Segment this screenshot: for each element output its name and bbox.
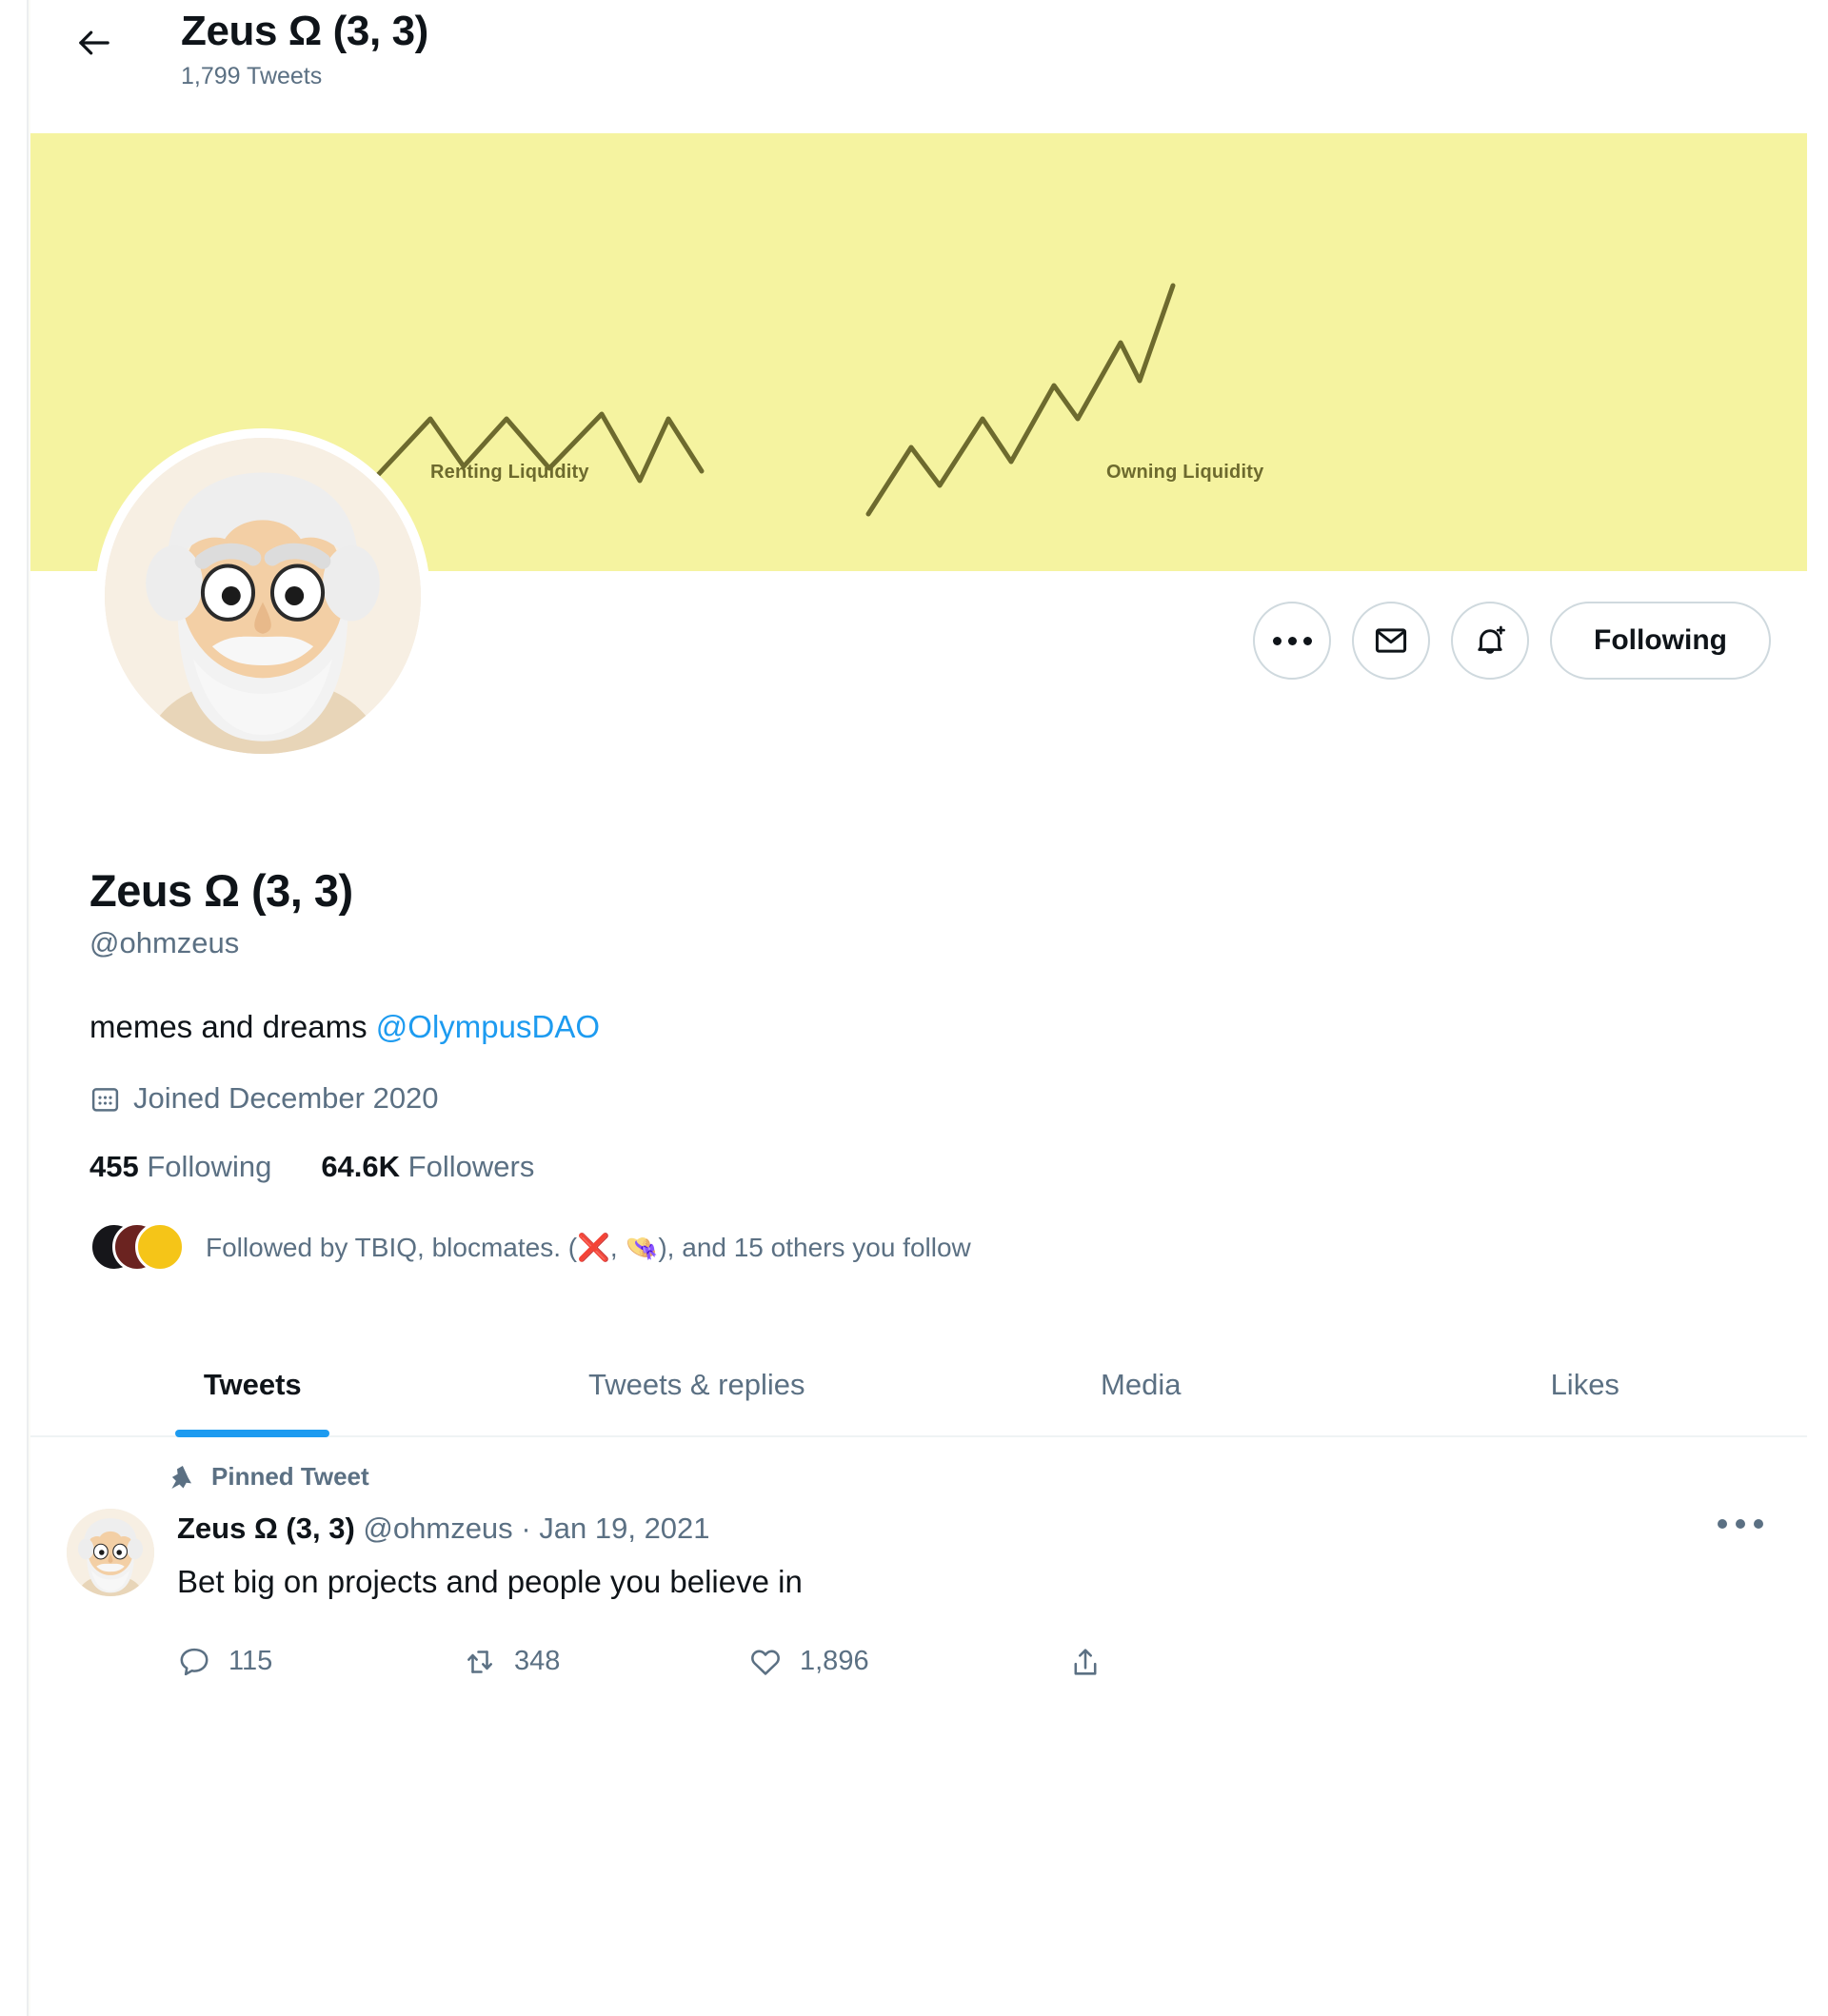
- page-gutter-left: [0, 0, 29, 2016]
- share-icon: [1074, 1648, 1097, 1675]
- bell-plus-icon: [1478, 625, 1505, 654]
- tweet-more-button[interactable]: [1718, 1519, 1763, 1530]
- pinned-tweet[interactable]: Pinned Tweet Zeus Ω (3, 3) @ohmzeus · Ja…: [30, 1437, 1807, 1688]
- following-count-label: Following: [147, 1150, 272, 1184]
- message-button[interactable]: [1352, 602, 1430, 680]
- heart-icon: [751, 1650, 780, 1675]
- profile-bio-mention[interactable]: @OlympusDAO: [376, 1009, 600, 1044]
- twitter-profile-page: Zeus Ω (3, 3) 1,799 Tweets Renting Liqui…: [0, 0, 1828, 2016]
- top-bar-tweet-count: 1,799 Tweets: [181, 62, 323, 89]
- tab-tweets-label: Tweets: [203, 1368, 302, 1402]
- tweet-separator: ·: [521, 1512, 531, 1546]
- profile-joined-row: Joined December 2020: [89, 1081, 1807, 1116]
- zeus-cartoon-avatar-icon: [67, 1509, 154, 1597]
- retweet-icon: [467, 1650, 492, 1673]
- reply-count: 115: [228, 1646, 273, 1677]
- tweet-author-name[interactable]: Zeus Ω (3, 3): [177, 1512, 355, 1545]
- top-bar-name: Zeus Ω (3, 3): [181, 8, 428, 54]
- followed-by-row[interactable]: Followed by TBIQ, blocmates. (❌, 👒), and…: [89, 1222, 1807, 1273]
- like-count: 1,896: [800, 1646, 869, 1677]
- tweet-author-avatar[interactable]: [67, 1509, 154, 1597]
- profile-tabs: Tweets Tweets & replies Media Likes: [30, 1334, 1808, 1438]
- tweet-date[interactable]: Jan 19, 2021: [539, 1512, 709, 1545]
- profile-identity: Zeus Ω (3, 3) @ohmzeus memes and dreams …: [30, 857, 1807, 1273]
- retweet-action[interactable]: 348: [463, 1645, 748, 1679]
- tab-likes[interactable]: Likes: [1363, 1334, 1808, 1435]
- tab-tweets-and-replies-label: Tweets & replies: [588, 1368, 805, 1402]
- envelope-icon: [1375, 628, 1407, 653]
- banner-label-owning: Owning Liquidity: [1106, 462, 1264, 483]
- avatar[interactable]: [95, 428, 430, 763]
- tab-media-label: Media: [1101, 1368, 1182, 1402]
- avatar-image: [105, 438, 421, 754]
- followers-count-label: Followers: [407, 1150, 535, 1184]
- tab-media[interactable]: Media: [919, 1334, 1363, 1435]
- profile-bio: memes and dreams @OlympusDAO: [89, 1007, 1807, 1048]
- followers-count-value: 64.6K: [321, 1150, 401, 1184]
- followers-count-item[interactable]: 64.6K Followers: [321, 1150, 534, 1184]
- profile-joined-text: Joined December 2020: [133, 1081, 439, 1116]
- pinned-indicator: Pinned Tweet: [166, 1462, 1771, 1492]
- more-options-button[interactable]: [1253, 602, 1331, 680]
- pinned-label: Pinned Tweet: [211, 1462, 369, 1492]
- profile-action-buttons: Following: [1253, 602, 1771, 680]
- calendar-icon: [91, 1088, 119, 1112]
- following-count-value: 455: [89, 1150, 139, 1184]
- profile-display-name: Zeus Ω (3, 3): [89, 865, 353, 916]
- tab-likes-label: Likes: [1550, 1368, 1619, 1402]
- top-bar-titles: Zeus Ω (3, 3) 1,799 Tweets: [181, 6, 428, 90]
- reply-action[interactable]: 115: [177, 1645, 463, 1679]
- following-button[interactable]: Following: [1550, 602, 1771, 680]
- profile-action-band: Following: [30, 428, 1807, 857]
- profile-content: Zeus Ω (3, 3) 1,799 Tweets Renting Liqui…: [30, 0, 1807, 2016]
- tweet-body: Zeus Ω (3, 3) @ohmzeus · Jan 19, 2021 Be…: [67, 1509, 1771, 1678]
- banner-label-renting: Renting Liquidity: [430, 462, 589, 483]
- tweet-main: Zeus Ω (3, 3) @ohmzeus · Jan 19, 2021 Be…: [177, 1509, 1771, 1678]
- profile-counts: 455 Following 64.6K Followers: [89, 1150, 1807, 1184]
- profile-bio-text: memes and dreams: [89, 1008, 376, 1044]
- facepile-avatar-3: [135, 1222, 185, 1273]
- tweet-header: Zeus Ω (3, 3) @ohmzeus · Jan 19, 2021: [177, 1511, 1771, 1546]
- reply-icon: [180, 1648, 209, 1675]
- tweet-text: Bet big on projects and people you belie…: [177, 1563, 803, 1599]
- tab-active-underline: [175, 1430, 330, 1438]
- followed-by-facepile: [89, 1222, 185, 1273]
- zeus-cartoon-avatar-icon: [105, 438, 421, 754]
- profile-handle: @ohmzeus: [89, 926, 240, 960]
- notify-button[interactable]: [1451, 602, 1529, 680]
- arrow-left-icon: [79, 30, 109, 55]
- tab-tweets-and-replies[interactable]: Tweets & replies: [475, 1334, 920, 1435]
- tweet-action-bar: 115 348 1,896: [177, 1645, 1771, 1679]
- top-navigation-bar: Zeus Ω (3, 3) 1,799 Tweets: [30, 0, 1807, 133]
- page-gutter-right: [1807, 0, 1828, 2016]
- tweet-author-handle[interactable]: @ohmzeus: [363, 1512, 512, 1545]
- share-action[interactable]: [1068, 1645, 1103, 1679]
- more-horizontal-icon: [1272, 636, 1312, 645]
- followed-by-text: Followed by TBIQ, blocmates. (❌, 👒), and…: [206, 1232, 971, 1262]
- pin-icon: [171, 1465, 191, 1489]
- following-count-item[interactable]: 455 Following: [89, 1150, 271, 1184]
- retweet-count: 348: [514, 1646, 561, 1677]
- like-action[interactable]: 1,896: [748, 1645, 1034, 1679]
- tab-tweets[interactable]: Tweets: [30, 1334, 475, 1438]
- back-button[interactable]: [57, 6, 131, 80]
